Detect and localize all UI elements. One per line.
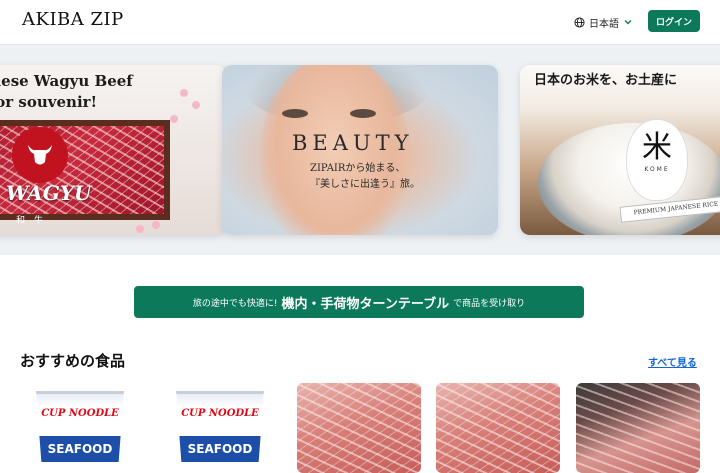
slide-title: Japanese Wagyu Beef for souvenir!: [0, 71, 146, 113]
blossom-decoration: [136, 225, 144, 233]
wagyu-badge-text: WAGYU: [6, 181, 92, 205]
product-card[interactable]: [297, 383, 421, 473]
hero-carousel[interactable]: Japanese Wagyu Beef for souvenir! WAGYU …: [0, 45, 720, 255]
blossom-decoration: [152, 221, 160, 229]
wagyu-badge-sub: 和 牛: [16, 216, 44, 226]
slide-subtitle: ZIPAIRから始まる、 『美しさに出逢う』旅。: [310, 161, 490, 193]
kome-char: 米: [642, 130, 672, 165]
blossom-decoration: [170, 115, 178, 123]
carousel-slide-wagyu[interactable]: Japanese Wagyu Beef for souvenir! WAGYU …: [0, 65, 226, 235]
globe-icon: [574, 16, 585, 28]
carousel-slide-beauty[interactable]: BEAUTY ZIPAIRから始まる、 『美しさに出逢う』旅。: [222, 65, 498, 235]
cup-noodle-image: CUP NOODLE SEAFOOD: [36, 391, 124, 473]
product-card[interactable]: [436, 383, 560, 473]
slide-title-line1: Japanese Wagyu Beef: [0, 72, 133, 90]
slide-heading: BEAUTY: [292, 131, 414, 155]
slide-title: 日本のお米を、お土産に: [534, 73, 678, 88]
promo-pre: 旅の途中でも快適に!: [192, 298, 278, 309]
promo-banner[interactable]: 旅の途中でも快適に! 機内・手荷物ターンテーブル で商品を受け取り: [134, 286, 584, 318]
product-name: SEAFOOD: [38, 436, 122, 462]
section-title: おすすめの食品: [20, 352, 126, 370]
bull-icon: [12, 127, 68, 183]
language-label: 日本語: [589, 18, 619, 30]
blossom-decoration: [192, 101, 200, 109]
product-name: SEAFOOD: [178, 436, 262, 462]
promo-post: で商品を受け取り: [453, 298, 526, 309]
cup-noodle-image: CUP NOODLE SEAFOOD: [176, 391, 264, 473]
blossom-decoration: [180, 89, 188, 97]
portrait-eye: [282, 109, 308, 118]
see-all-link[interactable]: すべて見る: [648, 354, 697, 369]
product-card[interactable]: CUP NOODLE SEAFOOD: [158, 383, 282, 473]
promo-highlight: 機内・手荷物ターンテーブル: [281, 296, 450, 312]
chevron-down-icon: [624, 20, 632, 25]
language-selector[interactable]: 日本語: [574, 13, 633, 31]
product-brand: CUP NOODLE: [181, 408, 259, 419]
portrait-eye: [350, 109, 376, 118]
product-brand: CUP NOODLE: [41, 408, 119, 419]
slide-title-line2: for souvenir!: [0, 93, 98, 111]
header: AKIBA ZIP 日本語 ログイン: [0, 0, 720, 45]
login-button[interactable]: ログイン: [648, 10, 700, 32]
product-card[interactable]: [576, 383, 700, 473]
slide-subtitle-line2: 『美しさに出逢う』旅。: [310, 179, 420, 190]
product-card[interactable]: CUP NOODLE SEAFOOD: [18, 383, 142, 473]
carousel-slide-rice[interactable]: 日本のお米を、お土産に 米 KOME PREMIUM JAPANESE RICE: [520, 65, 720, 235]
kome-sub: KOME: [644, 166, 670, 173]
slide-subtitle-line1: ZIPAIRから始まる、: [310, 163, 406, 174]
kome-badge: 米 KOME: [626, 119, 688, 201]
site-logo[interactable]: AKIBA ZIP: [22, 9, 124, 30]
